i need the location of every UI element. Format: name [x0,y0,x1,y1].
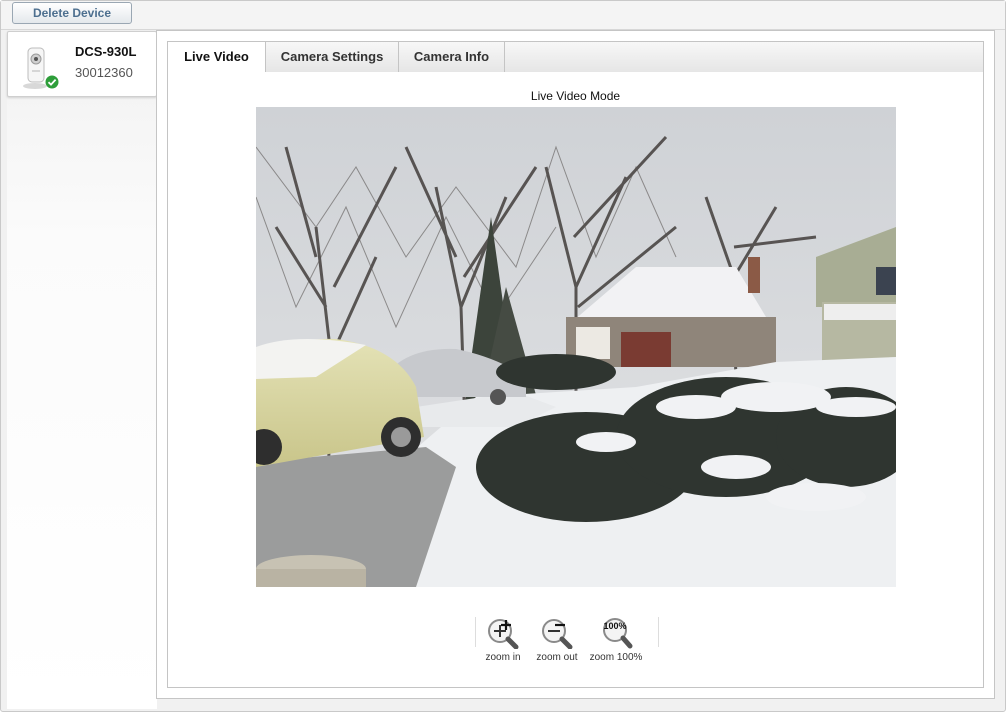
tab-bar: Live Video Camera Settings Camera Info [167,41,984,73]
zoom-in-label: zoom in [485,652,521,663]
device-id: 30012360 [75,65,133,80]
zoom-out-label: zoom out [536,652,578,663]
zoom-controls: zoom in zoom out 100% zoom 100% [475,617,659,663]
zoom-100-button[interactable]: 100% zoom 100% [586,617,646,677]
device-name: DCS-930L [75,44,137,59]
tab-camera-settings[interactable]: Camera Settings [266,42,399,72]
live-video-feed[interactable] [256,107,896,587]
zoom-100-label: zoom 100% [589,652,643,663]
zoom-in-button[interactable]: zoom in [473,617,533,677]
delete-device-button[interactable]: Delete Device [12,2,132,24]
zoom-in-icon [473,617,533,649]
device-list-item[interactable]: DCS-930L 30012360 [7,31,157,97]
app-window: Delete Device DCS-930L 30012360 Live Vid… [0,0,1006,712]
tab-camera-info[interactable]: Camera Info [399,42,505,72]
zoom-100-badge: 100% [603,621,626,631]
zoom-out-icon [527,617,587,649]
zoom-100-icon: 100% [586,617,646,649]
device-sidebar: DCS-930L 30012360 [7,31,157,709]
top-toolbar: Delete Device [1,1,1005,30]
zoom-out-button[interactable]: zoom out [527,617,587,677]
live-video-pane: Live Video Mode zoom in zoom out 100% zo… [167,72,984,688]
check-icon [45,75,59,94]
tab-live-video[interactable]: Live Video [168,42,266,73]
device-panel: Live Video Camera Settings Camera Info L… [156,30,995,699]
live-video-mode-label: Live Video Mode [530,89,621,103]
